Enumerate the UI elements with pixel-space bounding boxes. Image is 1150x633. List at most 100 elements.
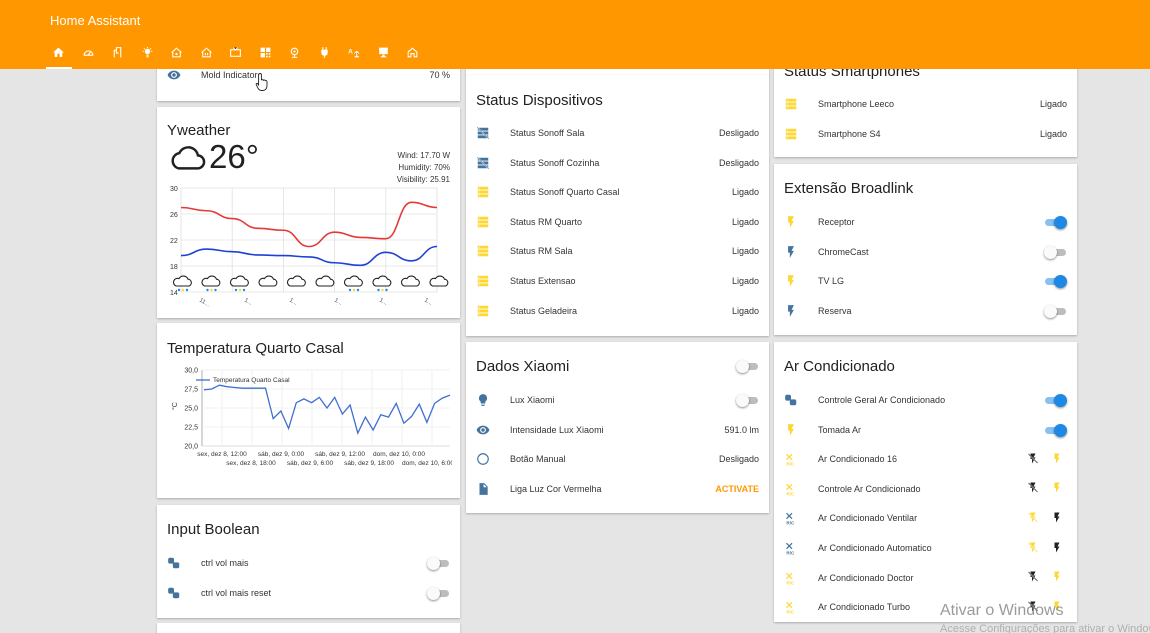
ac-on-button[interactable] [1051,452,1063,467]
broadlink-switch-row-label: TV LG [818,276,845,287]
ar-condicionado-row[interactable]: Tomada Ar [784,420,1067,440]
broadlink-switch-toggle[interactable] [1044,274,1067,289]
flash-icon [1054,571,1060,582]
ac-power-buttons [1027,511,1063,526]
smartphone-row[interactable]: Smartphone Leeco Ligado [784,94,1067,114]
tab-text-to-speech[interactable]: A [339,44,369,69]
ac-on-button[interactable] [1051,541,1063,556]
ar-condicionado-row[interactable]: R/C Ar Condicionado 16 [784,449,1067,469]
tab-desktop[interactable] [369,44,399,69]
status-dispositivo-row-label: Status Geladeira [510,305,578,316]
yweather-card: Yweather 26° Wind: 17.70 W Humidity: 70%… [157,107,460,318]
broadlink-switch-row[interactable]: ChromeCast [784,242,1067,262]
ac-off-button[interactable] [1027,481,1039,496]
svg-text:R/C: R/C [786,580,795,585]
xiaomi-row[interactable]: Intensidade Lux Xiaomi 591.0 lm [476,420,759,440]
status-dispositivo-row[interactable]: Status Geladeira Ligado [476,301,759,321]
hand-cursor-icon [255,73,268,91]
temp-ylabel: °C [171,402,179,410]
input-boolean-row[interactable]: ctrl vol mais reset [167,583,450,603]
svg-text:A: A [348,49,353,56]
broadlink-switch-toggle[interactable] [1044,245,1067,259]
flash-off-icon [1028,482,1038,493]
smartphone-row[interactable]: Smartphone S4 Ligado [784,124,1067,144]
input-boolean-toggle[interactable] [427,556,450,570]
flash-icon [788,275,794,288]
tab-qrcode[interactable] [251,44,281,69]
tab-home-outline[interactable] [398,44,428,69]
ac-off-button[interactable] [1027,570,1039,585]
xiaomi-row[interactable]: Lux Xiaomi [476,390,759,410]
status-dispositivo-row-label: Status Sonoff Cozinha [510,157,600,168]
status-dispositivo-row[interactable]: Status RM Quarto Ligado [476,212,759,232]
partial-card [157,623,460,633]
forecast-cloud-icon [429,275,449,287]
dados-xiaomi-card: Dados Xiaomi Lux Xiaomi Intensidade Lux X… [466,342,769,513]
ar-condicionado-row[interactable]: R/C Controle Ar Condicionado [784,479,1067,499]
tab-lightbulb[interactable] [133,44,163,69]
windows-activation-hint: Acesse Configurações para ativar o Windo… [940,623,1150,633]
ar-condicionado-toggle[interactable] [1044,423,1067,437]
broadlink-switch-row[interactable]: Receptor [784,212,1067,232]
weather-stats: Wind: 17.70 W Humidity: 70% Visibility: … [397,150,450,186]
circle-outline-icon-wrap [476,449,500,469]
tab-webcam[interactable] [280,44,310,69]
ar-condicionado-toggle[interactable] [1044,393,1067,407]
ar-condicionado-row[interactable]: Controle Geral Ar Condicionado [784,390,1067,410]
tab-home[interactable] [44,44,74,69]
ar-condicionado-row[interactable]: R/C Ar Condicionado Ventilar [784,508,1067,528]
flash-icon-wrap [784,420,808,440]
svg-text:R/C: R/C [786,550,795,555]
ac-off-button[interactable] [1027,452,1039,467]
xiaomi-row[interactable]: Botão Manual Desligado [476,449,759,469]
input-boolean-title: Input Boolean [167,521,260,538]
tab-power-plug[interactable] [310,44,340,69]
status-dispositivo-row[interactable]: Status Sonoff Sala Desligado [476,123,759,143]
ar-condicionado-row[interactable]: R/C Ar Condicionado Automatico [784,538,1067,558]
tab-house-heat[interactable] [192,44,222,69]
dados-xiaomi-header-toggle[interactable] [736,359,759,373]
ac-on-button[interactable] [1051,481,1063,496]
ac-on-button[interactable] [1051,511,1063,526]
weather-ytick: 14 [170,290,178,297]
broadlink-switch-toggle[interactable] [1044,304,1067,318]
server-icon [477,246,489,257]
status-dispositivo-row[interactable]: Status RM Sala Ligado [476,241,759,261]
server-off-icon-wrap [476,153,500,173]
broadlink-switch-row[interactable]: TV LG [784,271,1067,291]
tab-gauge[interactable] [74,44,104,69]
file-document-icon-wrap [476,479,500,499]
weather-temperature: 26° [209,138,259,175]
status-dispositivo-row[interactable]: Status Sonoff Quarto Casal Ligado [476,182,759,202]
air-conditioner-icon-wrap: R/C [784,479,808,499]
xiaomi-toggle[interactable] [736,393,759,407]
status-dispositivo-row[interactable]: Status Extensao Ligado [476,271,759,291]
status-dispositivo-state: Ligado [731,187,759,198]
forecast-cloud-icon [258,275,278,287]
tab-tv[interactable] [221,44,251,69]
qrcode-icon [260,47,271,58]
xiaomi-row-label: Liga Luz Cor Vermelha [510,483,602,494]
input-boolean-row[interactable]: ctrl vol mais [167,553,450,573]
ac-off-button[interactable] [1027,541,1039,556]
status-dispositivo-row[interactable]: Status Sonoff Cozinha Desligado [476,153,759,173]
input-boolean-toggle[interactable] [427,586,450,600]
ar-condicionado-row[interactable]: R/C Ar Condicionado Doctor [784,568,1067,588]
tab-switch-box[interactable] [103,44,133,69]
ac-power-buttons [1027,541,1063,556]
activate-button[interactable]: ACTIVATE [715,484,759,494]
ac-on-button[interactable] [1051,570,1063,585]
ac-off-button[interactable] [1027,511,1039,526]
air-conditioner-icon: R/C [786,513,795,525]
broadlink-switch-toggle[interactable] [1044,215,1067,229]
xiaomi-row[interactable]: Liga Luz Cor Vermelha ACTIVATE [476,479,759,499]
broadlink-switch-row[interactable]: Reserva [784,301,1067,321]
weather-title: Yweather [167,122,231,139]
toggle-shapes-icon-wrap [167,583,191,603]
tab-house-fan[interactable] [162,44,192,69]
flash-icon [1054,542,1060,552]
windows-activation-watermark: Ativar o Windows [940,602,1064,619]
flash-icon [1054,482,1060,493]
status-smartphones-card: Status Smartphones Smartphone Leeco Ligad… [774,60,1077,157]
xiaomi-row-label: Intensidade Lux Xiaomi [510,424,604,435]
